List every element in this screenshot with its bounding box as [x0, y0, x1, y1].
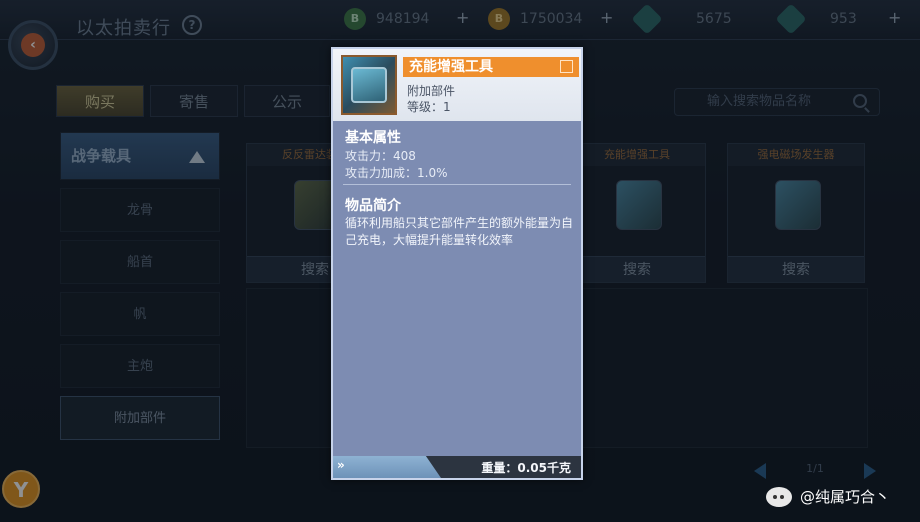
currency-crystal: 5675: [631, 3, 732, 35]
search-button[interactable]: 搜索: [569, 256, 705, 282]
item-card-name: 充能增强工具: [569, 144, 705, 166]
currency-gem: 953: [775, 3, 857, 35]
double-chevron-icon: »: [337, 458, 345, 472]
category-head-label: 战争载具: [71, 147, 132, 165]
item-detail-popup[interactable]: 充能增强工具 附加部件 等级：1 基本属性 攻击力：408 攻击力加成：1.0%…: [331, 47, 583, 480]
currency-value: 948194: [376, 11, 430, 27]
category-item-sail[interactable]: 帆: [60, 292, 220, 336]
prev-page-icon[interactable]: [754, 463, 766, 479]
currency-value: 5675: [696, 11, 732, 27]
item-name-bar: 充能增强工具: [403, 57, 579, 77]
back-arrow-icon: ‹: [21, 33, 45, 57]
attribute-attack: 攻击力：408: [345, 149, 416, 163]
category-item-main-gun[interactable]: 主炮: [60, 344, 220, 388]
page-title: 以太拍卖行: [76, 18, 171, 39]
currency-value: 1750034: [520, 11, 583, 27]
footer-tab[interactable]: [333, 456, 441, 478]
tab-consign[interactable]: 寄售: [150, 85, 238, 117]
page-indicator: 1/1: [806, 462, 824, 475]
pager: 1/1: [752, 460, 878, 482]
search-button[interactable]: 搜索: [728, 256, 864, 282]
add-currency-button[interactable]: +: [600, 6, 613, 28]
add-currency-button[interactable]: +: [456, 6, 469, 28]
search-input[interactable]: 输入搜索物品名称: [674, 88, 880, 116]
item-weight: 重量：0.05千克: [481, 461, 571, 475]
currency-value: 953: [830, 11, 857, 27]
next-page-icon[interactable]: [864, 463, 876, 479]
item-icon: [616, 180, 662, 230]
category-item-keel[interactable]: 龙骨: [60, 188, 220, 232]
item-intro-title: 物品简介: [345, 198, 401, 214]
popup-header: 充能增强工具 附加部件 等级：1: [333, 49, 581, 121]
item-description: 循环利用船只其它部件产生的额外能量为自己充电，大幅提升能量转化效率: [345, 216, 574, 247]
watermark: @纯属巧合丶: [766, 486, 890, 507]
category-item-attachment[interactable]: 附加部件: [60, 396, 220, 440]
item-card-name: 强电磁场发生器: [728, 144, 864, 166]
item-card[interactable]: 强电磁场发生器 搜索: [727, 143, 865, 283]
green-coin-icon: B: [344, 8, 366, 30]
teal-gem-icon: [775, 3, 807, 35]
basic-attributes-title: 基本属性: [345, 130, 401, 146]
help-icon[interactable]: ?: [182, 15, 202, 35]
item-chest-icon: [341, 55, 397, 115]
currency-gold: B 1750034: [488, 8, 582, 30]
tab-notice[interactable]: 公示: [244, 85, 330, 117]
teal-crystal-icon: [631, 3, 663, 35]
category-head[interactable]: 战争载具: [60, 132, 220, 180]
item-name: 充能增强工具: [409, 59, 493, 75]
watermark-text: @纯属巧合丶: [800, 488, 891, 506]
add-currency-button[interactable]: +: [888, 6, 901, 28]
tab-buy[interactable]: 购买: [56, 85, 144, 117]
attribute-attack-bonus: 攻击力加成：1.0%: [345, 166, 448, 180]
item-icon: [775, 180, 821, 230]
edit-icon[interactable]: [560, 60, 573, 73]
category-item-bow[interactable]: 船首: [60, 240, 220, 284]
chest-graphic: [351, 67, 387, 103]
popup-footer: » 重量：0.05千克: [333, 456, 581, 478]
item-level: 等级：1: [407, 100, 451, 114]
item-card[interactable]: 充能增强工具 搜索: [568, 143, 706, 283]
collapse-arrow-icon: [189, 151, 205, 163]
section-divider: [343, 184, 571, 185]
search-icon[interactable]: [853, 94, 867, 108]
currency-green: B 948194: [344, 8, 429, 30]
back-button[interactable]: ‹: [8, 20, 58, 70]
wechat-icon: [766, 486, 792, 507]
app-logo-icon[interactable]: Y: [2, 470, 40, 508]
search-placeholder: 输入搜索物品名称: [707, 94, 812, 109]
item-type: 附加部件: [407, 84, 456, 98]
popup-body: 基本属性 攻击力：408 攻击力加成：1.0% 物品简介 循环利用船只其它部件产…: [333, 121, 581, 460]
gold-coin-icon: B: [488, 8, 510, 30]
